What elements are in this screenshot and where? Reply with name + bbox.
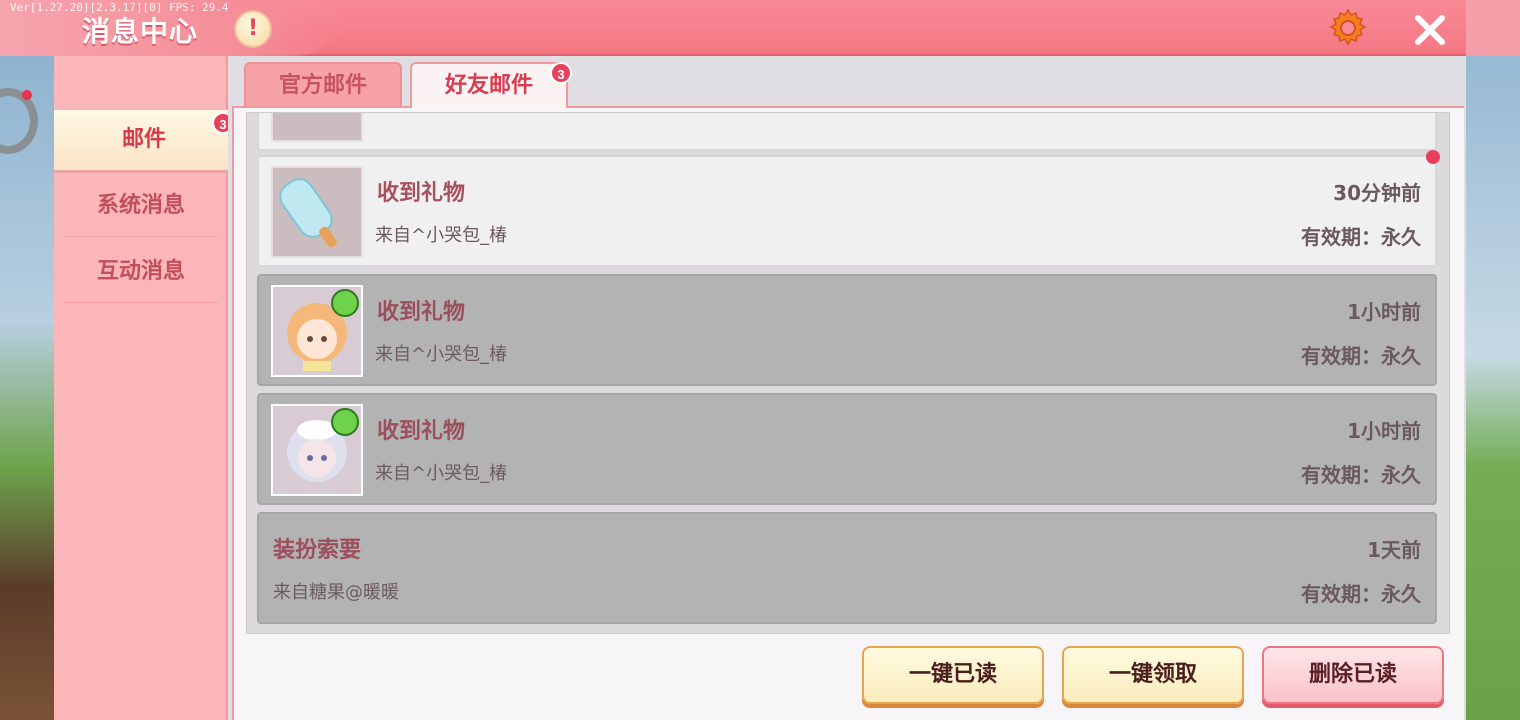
sidebar-divider bbox=[64, 302, 218, 303]
mail-title: 装扮索要 bbox=[273, 538, 362, 563]
check-icon bbox=[331, 408, 359, 436]
mail-sender: 来自^小哭包_椿 bbox=[375, 344, 508, 365]
sidebar-item-interaction[interactable]: 互动消息 bbox=[54, 242, 228, 302]
header-bar: Ver[1.27.20][2.3.17][0] FPS: 29.4 消息中心 ! bbox=[0, 0, 1466, 56]
friend-mail-badge: 3 bbox=[550, 62, 572, 84]
mark-all-read-button[interactable]: 一键已读 bbox=[862, 646, 1044, 704]
mail-expiry: 有效期：永久 bbox=[1301, 463, 1421, 487]
tab-label: 好友邮件 bbox=[444, 73, 533, 98]
mail-sender: 来自^小哭包_椿 bbox=[375, 225, 508, 246]
mail-thumbnail bbox=[271, 285, 363, 377]
mail-time: 1天前 bbox=[1367, 538, 1421, 562]
mail-thumbnail bbox=[271, 404, 363, 496]
delete-read-button[interactable]: 删除已读 bbox=[1262, 646, 1444, 704]
mail-expiry: 有效期：永久 bbox=[1301, 344, 1421, 368]
tab-friend-mail[interactable]: 好友邮件 bbox=[410, 62, 568, 108]
tab-label: 官方邮件 bbox=[278, 73, 367, 98]
mail-time: 1小时前 bbox=[1347, 300, 1421, 324]
unread-dot bbox=[1426, 150, 1440, 164]
mail-list[interactable]: 收到礼物 来自^小哭包_椿 30分钟前 有效期：永久 收到礼物 来自^小哭包_椿… bbox=[246, 112, 1450, 634]
sidebar-item-label: 互动消息 bbox=[96, 259, 185, 284]
mail-title: 收到礼物 bbox=[377, 300, 466, 325]
mail-thumbnail bbox=[271, 113, 363, 142]
tab-official-mail[interactable]: 官方邮件 bbox=[244, 62, 402, 108]
background-left bbox=[0, 56, 56, 720]
mail-expiry: 有效期：永久 bbox=[1301, 225, 1421, 249]
mail-title: 收到礼物 bbox=[377, 419, 466, 444]
close-icon[interactable] bbox=[1410, 10, 1450, 50]
mail-item[interactable]: 收到礼物 来自^小哭包_椿 30分钟前 有效期：永久 bbox=[257, 155, 1437, 267]
header-right-strip bbox=[1466, 0, 1520, 56]
sidebar-item-system[interactable]: 系统消息 bbox=[54, 176, 228, 236]
mail-thumbnail bbox=[271, 166, 363, 258]
gear-icon[interactable] bbox=[1326, 6, 1370, 50]
mail-item[interactable]: 装扮索要 来自糖果@暖暖 1天前 有效期：永久 bbox=[257, 512, 1437, 624]
sidebar-item-label: 邮件 bbox=[121, 127, 166, 152]
mail-item-partial[interactable] bbox=[257, 113, 1437, 151]
background-right bbox=[1464, 56, 1520, 720]
mail-expiry: 有效期：永久 bbox=[1301, 582, 1421, 606]
mail-item[interactable]: 收到礼物 来自^小哭包_椿 1小时前 有效期：永久 bbox=[257, 393, 1437, 505]
popsicle-icon bbox=[279, 178, 337, 248]
mail-title: 收到礼物 bbox=[377, 181, 466, 206]
mail-sender: 来自糖果@暖暖 bbox=[273, 582, 399, 603]
sidebar-item-mail[interactable]: 邮件 bbox=[54, 110, 234, 170]
mail-item[interactable]: 收到礼物 来自^小哭包_椿 1小时前 有效期：永久 bbox=[257, 274, 1437, 386]
mail-sender: 来自^小哭包_椿 bbox=[375, 463, 508, 484]
alert-icon[interactable]: ! bbox=[234, 10, 272, 48]
mail-time: 1小时前 bbox=[1347, 419, 1421, 443]
check-icon bbox=[331, 289, 359, 317]
page-title: 消息中心 bbox=[82, 15, 199, 48]
claim-all-button[interactable]: 一键领取 bbox=[1062, 646, 1244, 704]
mail-time: 30分钟前 bbox=[1333, 181, 1421, 205]
background-notification-dot bbox=[22, 90, 32, 100]
sidebar-item-label: 系统消息 bbox=[96, 193, 185, 218]
sidebar-divider bbox=[64, 236, 218, 237]
